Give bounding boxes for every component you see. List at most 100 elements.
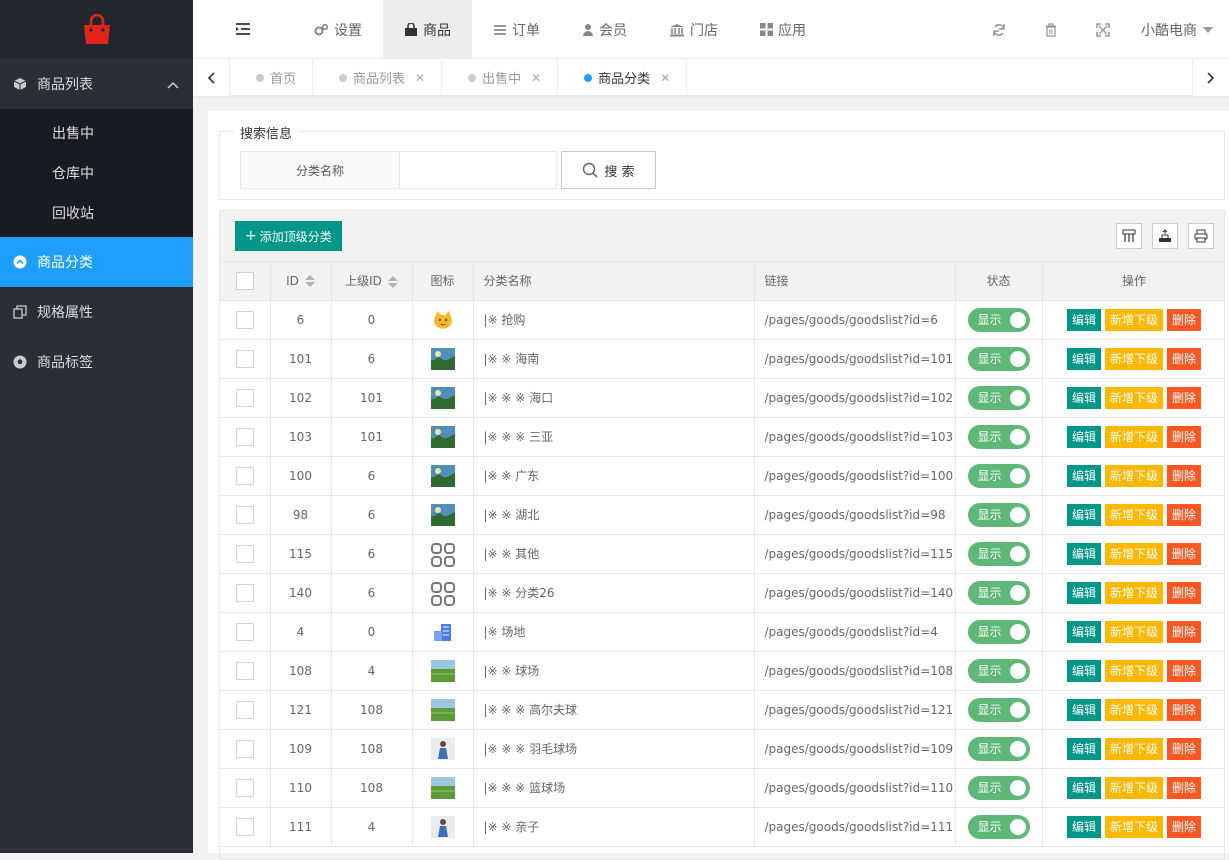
- tab-category[interactable]: 商品分类 ✕: [558, 59, 688, 96]
- top-menu-goods[interactable]: 商品: [383, 0, 472, 59]
- display-toggle[interactable]: 显示: [967, 463, 1030, 488]
- tab-product-list[interactable]: 商品列表 ✕: [313, 59, 443, 96]
- display-toggle[interactable]: 显示: [967, 775, 1030, 800]
- add-child-button[interactable]: 新增下级: [1104, 425, 1163, 448]
- row-checkbox[interactable]: [235, 505, 254, 524]
- sidebar-group-product-list[interactable]: 商品列表: [0, 59, 193, 109]
- add-child-button[interactable]: 新增下级: [1104, 308, 1163, 331]
- sidebar-toggle-icon[interactable]: [235, 22, 251, 40]
- tabs-next-button[interactable]: [1192, 59, 1229, 96]
- display-toggle[interactable]: 显示: [967, 424, 1030, 449]
- display-toggle[interactable]: 显示: [967, 580, 1030, 605]
- row-checkbox[interactable]: [235, 310, 254, 329]
- edit-button[interactable]: 编辑: [1066, 737, 1101, 760]
- display-toggle[interactable]: 显示: [967, 307, 1030, 332]
- add-child-button[interactable]: 新增下级: [1104, 542, 1163, 565]
- tabs-prev-button[interactable]: [193, 59, 230, 96]
- display-toggle[interactable]: 显示: [967, 541, 1030, 566]
- delete-button[interactable]: 删除: [1167, 776, 1202, 799]
- sidebar-item-category[interactable]: 商品分类: [0, 237, 193, 287]
- row-checkbox[interactable]: [235, 817, 254, 836]
- display-toggle[interactable]: 显示: [967, 619, 1030, 644]
- row-checkbox[interactable]: [235, 388, 254, 407]
- edit-button[interactable]: 编辑: [1066, 659, 1101, 682]
- display-toggle[interactable]: 显示: [967, 814, 1030, 839]
- edit-button[interactable]: 编辑: [1066, 698, 1101, 721]
- user-menu[interactable]: 小酷电商: [1129, 20, 1229, 40]
- columns-icon[interactable]: [1116, 223, 1142, 249]
- delete-button[interactable]: 删除: [1167, 464, 1202, 487]
- tab-home[interactable]: 首页: [230, 59, 314, 96]
- edit-button[interactable]: 编辑: [1066, 542, 1101, 565]
- sidebar-item-warehouse[interactable]: 仓库中: [0, 153, 193, 193]
- edit-button[interactable]: 编辑: [1066, 815, 1101, 838]
- edit-button[interactable]: 编辑: [1066, 620, 1101, 643]
- delete-button[interactable]: 删除: [1167, 503, 1202, 526]
- display-toggle[interactable]: 显示: [967, 502, 1030, 527]
- delete-button[interactable]: 删除: [1167, 425, 1202, 448]
- delete-button[interactable]: 删除: [1167, 581, 1202, 604]
- delete-button[interactable]: 删除: [1167, 659, 1202, 682]
- row-checkbox[interactable]: [235, 661, 254, 680]
- header-id[interactable]: ID: [270, 262, 332, 301]
- edit-button[interactable]: 编辑: [1066, 347, 1101, 370]
- delete-button[interactable]: 删除: [1167, 737, 1202, 760]
- close-icon[interactable]: ✕: [415, 71, 425, 85]
- row-checkbox[interactable]: [235, 349, 254, 368]
- fullscreen-icon[interactable]: [1077, 0, 1129, 59]
- close-icon[interactable]: ✕: [531, 71, 541, 85]
- print-icon[interactable]: [1188, 223, 1214, 249]
- sort-icon[interactable]: [304, 275, 315, 288]
- add-child-button[interactable]: 新增下级: [1104, 698, 1163, 721]
- display-toggle[interactable]: 显示: [967, 697, 1030, 722]
- top-menu-members[interactable]: 会员: [561, 0, 648, 59]
- close-icon[interactable]: ✕: [660, 71, 670, 85]
- add-child-button[interactable]: 新增下级: [1104, 776, 1163, 799]
- delete-button[interactable]: 删除: [1167, 815, 1202, 838]
- edit-button[interactable]: 编辑: [1066, 581, 1101, 604]
- delete-button[interactable]: 删除: [1167, 620, 1202, 643]
- add-child-button[interactable]: 新增下级: [1104, 386, 1163, 409]
- tab-on-sale[interactable]: 出售中 ✕: [442, 59, 559, 96]
- add-child-button[interactable]: 新增下级: [1104, 659, 1163, 682]
- export-icon[interactable]: [1152, 223, 1178, 249]
- sidebar-item-tags[interactable]: 商品标签: [0, 337, 193, 387]
- row-checkbox[interactable]: [235, 427, 254, 446]
- category-name-input[interactable]: [399, 151, 557, 189]
- add-child-button[interactable]: 新增下级: [1104, 581, 1163, 604]
- add-child-button[interactable]: 新增下级: [1104, 620, 1163, 643]
- delete-button[interactable]: 删除: [1167, 542, 1202, 565]
- edit-button[interactable]: 编辑: [1066, 776, 1101, 799]
- row-checkbox[interactable]: [235, 544, 254, 563]
- sort-icon[interactable]: [387, 275, 398, 288]
- row-checkbox[interactable]: [235, 583, 254, 602]
- row-checkbox[interactable]: [235, 622, 254, 641]
- add-top-category-button[interactable]: + 添加顶级分类: [235, 221, 342, 251]
- add-child-button[interactable]: 新增下级: [1104, 347, 1163, 370]
- top-menu-orders[interactable]: 订单: [472, 0, 561, 59]
- edit-button[interactable]: 编辑: [1066, 386, 1101, 409]
- add-child-button[interactable]: 新增下级: [1104, 815, 1163, 838]
- add-child-button[interactable]: 新增下级: [1104, 737, 1163, 760]
- row-checkbox[interactable]: [235, 466, 254, 485]
- edit-button[interactable]: 编辑: [1066, 308, 1101, 331]
- row-checkbox[interactable]: [235, 778, 254, 797]
- refresh-icon[interactable]: [973, 0, 1025, 59]
- top-menu-stores[interactable]: 门店: [648, 0, 739, 59]
- display-toggle[interactable]: 显示: [967, 346, 1030, 371]
- trash-icon[interactable]: [1025, 0, 1077, 59]
- display-toggle[interactable]: 显示: [967, 658, 1030, 683]
- search-button[interactable]: 搜 索: [561, 151, 656, 189]
- sidebar-item-on-sale[interactable]: 出售中: [0, 113, 193, 153]
- edit-button[interactable]: 编辑: [1066, 425, 1101, 448]
- display-toggle[interactable]: 显示: [967, 385, 1030, 410]
- edit-button[interactable]: 编辑: [1066, 464, 1101, 487]
- add-child-button[interactable]: 新增下级: [1104, 503, 1163, 526]
- delete-button[interactable]: 删除: [1167, 386, 1202, 409]
- row-checkbox[interactable]: [235, 700, 254, 719]
- header-parent-id[interactable]: 上级ID: [331, 262, 413, 301]
- top-menu-settings[interactable]: 设置: [293, 0, 383, 59]
- edit-button[interactable]: 编辑: [1066, 503, 1101, 526]
- delete-button[interactable]: 删除: [1167, 308, 1202, 331]
- top-menu-apps[interactable]: 应用: [739, 0, 827, 59]
